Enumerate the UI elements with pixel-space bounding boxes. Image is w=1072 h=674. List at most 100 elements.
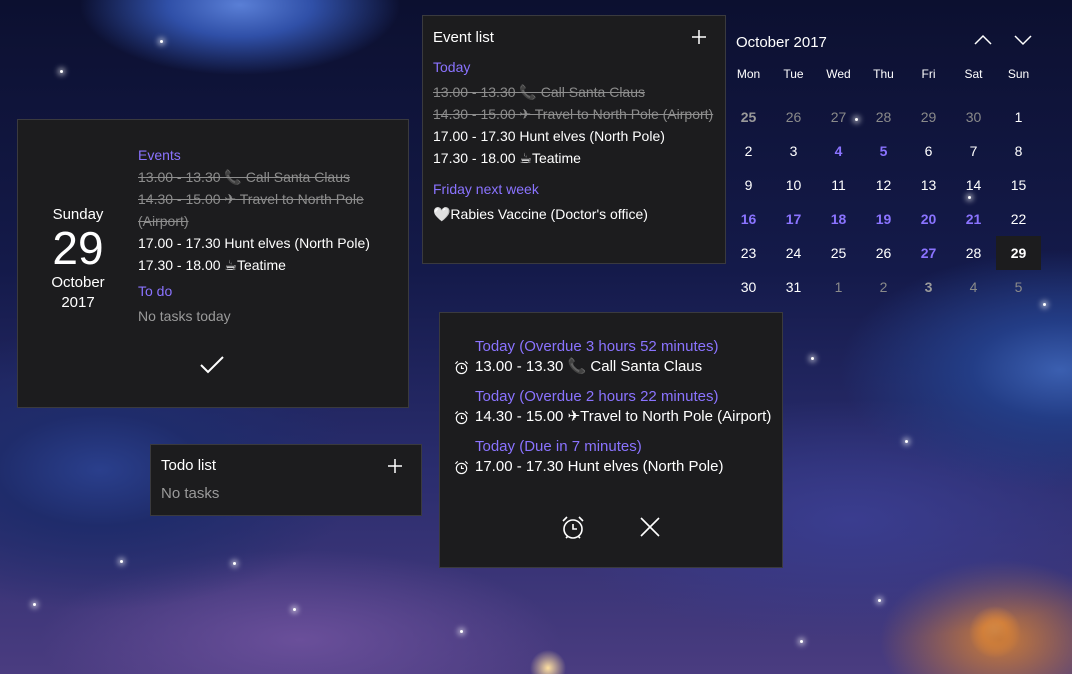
calendar-day[interactable]: 3: [771, 134, 816, 168]
calendar-day[interactable]: 28: [861, 100, 906, 134]
calendar-day-today[interactable]: 29: [996, 236, 1041, 270]
events-heading: Events: [138, 147, 181, 163]
date-tile-agenda: Events 13.00 - 13.30 📞 Call Santa Claus 1…: [138, 144, 403, 327]
todo-empty-text: No tasks today: [138, 308, 231, 324]
event-list-title: Event list: [433, 29, 494, 46]
calendar-day[interactable]: 9: [726, 168, 771, 202]
todo-list-title: Todo list: [161, 457, 217, 474]
calendar-day[interactable]: 30: [726, 270, 771, 304]
event-item[interactable]: 17.00 - 17.30 Hunt elves (North Pole): [138, 232, 403, 254]
alarm-clock-icon: [454, 460, 469, 475]
calendar-day[interactable]: 25: [726, 100, 771, 134]
calendar-day[interactable]: 2: [726, 134, 771, 168]
chevron-down-icon[interactable]: [1014, 34, 1032, 46]
calendar: October 2017 Mon Tue Wed Thu Fri Sat Sun 25 26 27…: [726, 26, 1061, 296]
calendar-day[interactable]: 29: [906, 100, 951, 134]
weekday-header: Sat: [964, 67, 983, 81]
reminder-status: Today (Overdue 3 hours 52 minutes): [475, 338, 719, 355]
calendar-day[interactable]: 15: [996, 168, 1041, 202]
calendar-day[interactable]: 22: [996, 202, 1041, 236]
reminder-text: 17.00 - 17.30 Hunt elves (North Pole): [475, 458, 724, 475]
date-tile-events: 13.00 - 13.30 📞 Call Santa Claus 14.30 - …: [138, 166, 403, 276]
reminder-text: 14.30 - 15.00 ✈Travel to North Pole (Air…: [475, 408, 772, 425]
chevron-up-icon[interactable]: [974, 34, 992, 46]
calendar-day[interactable]: 5: [861, 134, 906, 168]
next-week-events: 🤍Rabies Vaccine (Doctor's office): [433, 203, 718, 225]
weekday-header: Sun: [1007, 67, 1030, 81]
reminder-item[interactable]: 17.00 - 17.30 Hunt elves (North Pole): [454, 457, 779, 477]
calendar-day[interactable]: 28: [951, 236, 996, 270]
date-tile: Sunday 29 October 2017 Events 13.00 - 13…: [17, 119, 409, 408]
calendar-day[interactable]: 12: [861, 168, 906, 202]
calendar-day[interactable]: 11: [816, 168, 861, 202]
reminder-panel: Today (Overdue 3 hours 52 minutes) 13.00 …: [439, 312, 783, 568]
calendar-day[interactable]: 26: [861, 236, 906, 270]
month-label: October: [51, 274, 105, 291]
calendar-day[interactable]: 8: [996, 134, 1041, 168]
calendar-day[interactable]: 21: [951, 202, 996, 236]
calendar-day[interactable]: 10: [771, 168, 816, 202]
calendar-grid: Mon Tue Wed Thu Fri Sat Sun 25 26 27 28 29 30 1 2 3 4 5 6 7…: [726, 66, 1041, 304]
calendar-day[interactable]: 24: [771, 236, 816, 270]
weekday-header: Wed: [826, 67, 851, 81]
event-item[interactable]: 17.00 - 17.30 Hunt elves (North Pole): [433, 125, 718, 147]
today-events: 13.00 - 13.30 📞 Call Santa Claus 14.30 - …: [433, 81, 718, 169]
event-item[interactable]: 14.30 - 15.00 ✈ Travel to North Pole (Ai…: [138, 188, 403, 232]
weekday-header: Mon: [736, 67, 761, 81]
checkmark-icon[interactable]: [199, 355, 225, 375]
calendar-day[interactable]: 13: [906, 168, 951, 202]
plus-icon[interactable]: [691, 29, 707, 45]
calendar-day[interactable]: 27: [816, 100, 861, 134]
close-icon[interactable]: [639, 516, 661, 538]
calendar-day[interactable]: 23: [726, 236, 771, 270]
calendar-day[interactable]: 18: [816, 202, 861, 236]
calendar-day[interactable]: 20: [906, 202, 951, 236]
event-item[interactable]: 13.00 - 13.30 📞 Call Santa Claus: [433, 81, 718, 103]
todo-list-empty: No tasks: [161, 485, 220, 502]
event-item[interactable]: 🤍Rabies Vaccine (Doctor's office): [433, 203, 718, 225]
calendar-day[interactable]: 19: [861, 202, 906, 236]
next-week-heading: Friday next week: [433, 181, 539, 197]
calendar-day[interactable]: 14: [951, 168, 996, 202]
todo-heading: To do: [138, 283, 173, 299]
calendar-day[interactable]: 27: [906, 236, 951, 270]
calendar-day[interactable]: 4: [951, 270, 996, 304]
calendar-day[interactable]: 6: [906, 134, 951, 168]
day-number: 29: [52, 222, 104, 274]
reminder-status: Today (Due in 7 minutes): [475, 438, 642, 455]
calendar-month-title[interactable]: October 2017: [736, 34, 827, 51]
today-heading: Today: [433, 59, 471, 75]
date-display: Sunday 29 October 2017: [18, 206, 138, 313]
calendar-day[interactable]: 25: [816, 236, 861, 270]
plus-icon[interactable]: [387, 458, 403, 474]
calendar-day[interactable]: 17: [771, 202, 816, 236]
event-item[interactable]: 14.30 - 15.00 ✈ Travel to North Pole (Ai…: [433, 103, 718, 125]
weekday-header: Thu: [873, 67, 894, 81]
calendar-day[interactable]: 7: [951, 134, 996, 168]
calendar-day[interactable]: 2: [861, 270, 906, 304]
alarm-clock-icon[interactable]: [560, 515, 586, 541]
event-list-panel: Event list Today 13.00 - 13.30 📞 Call Sa…: [422, 15, 726, 264]
year-label: 2017: [61, 294, 95, 311]
calendar-day[interactable]: 3: [906, 270, 951, 304]
calendar-day[interactable]: 16: [726, 202, 771, 236]
calendar-day[interactable]: 5: [996, 270, 1041, 304]
reminder-text: 13.00 - 13.30 📞 Call Santa Claus: [475, 358, 703, 375]
calendar-day[interactable]: 4: [816, 134, 861, 168]
day-of-week: Sunday: [52, 206, 104, 223]
reminder-item[interactable]: 14.30 - 15.00 ✈Travel to North Pole (Air…: [454, 407, 779, 427]
reminder-status: Today (Overdue 2 hours 22 minutes): [475, 388, 719, 405]
event-list-content: Today 13.00 - 13.30 📞 Call Santa Claus 14…: [433, 56, 718, 225]
calendar-day[interactable]: 1: [816, 270, 861, 304]
event-item[interactable]: 17.30 - 18.00 ☕Teatime: [138, 254, 403, 276]
event-item[interactable]: 13.00 - 13.30 📞 Call Santa Claus: [138, 166, 403, 188]
calendar-day[interactable]: 26: [771, 100, 816, 134]
reminder-list: Today (Overdue 3 hours 52 minutes) 13.00 …: [454, 337, 779, 487]
reminder-item[interactable]: 13.00 - 13.30 📞 Call Santa Claus: [454, 357, 779, 377]
event-item[interactable]: 17.30 - 18.00 ☕Teatime: [433, 147, 718, 169]
calendar-day[interactable]: 30: [951, 100, 996, 134]
calendar-day[interactable]: 31: [771, 270, 816, 304]
calendar-day[interactable]: 1: [996, 100, 1041, 134]
weekday-header: Fri: [921, 67, 936, 81]
todo-list-panel: Todo list No tasks: [150, 444, 422, 516]
